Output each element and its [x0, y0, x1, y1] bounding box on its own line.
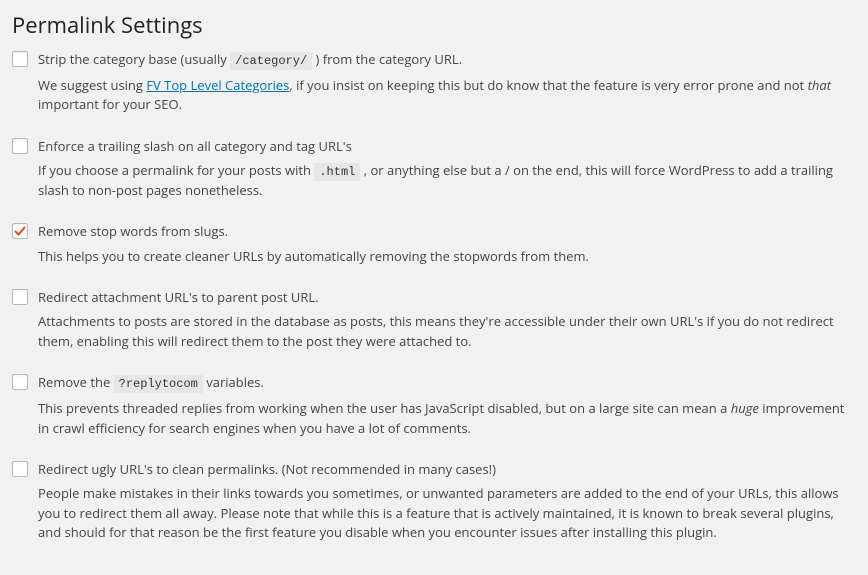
setting-label: Strip the category base (usually /catego… [38, 50, 462, 70]
setting-remove-stop-words: Remove stop words from slugs. This helps… [12, 222, 856, 266]
setting-description: This helps you to create cleaner URLs by… [38, 247, 856, 267]
code-html-ext: .html [314, 163, 360, 181]
setting-description: If you choose a permalink for your posts… [38, 161, 856, 201]
setting-label: Enforce a trailing slash on all category… [38, 137, 352, 155]
checkbox-redirect-ugly-urls[interactable] [12, 461, 28, 477]
page-title: Permalink Settings [12, 10, 856, 40]
setting-label: Remove stop words from slugs. [38, 222, 228, 240]
checkbox-enforce-trailing-slash[interactable] [12, 138, 28, 154]
setting-label: Redirect ugly URL's to clean permalinks.… [38, 460, 496, 478]
checkbox-remove-stop-words[interactable] [12, 223, 28, 239]
checkbox-remove-replytocom[interactable] [12, 374, 28, 390]
setting-description: We suggest using FV Top Level Categories… [38, 76, 856, 115]
setting-description: People make mistakes in their links towa… [38, 484, 856, 543]
setting-description: Attachments to posts are stored in the d… [38, 312, 856, 351]
setting-remove-replytocom: Remove the ?replytocom variables. This p… [12, 373, 856, 438]
code-category: /category/ [230, 52, 312, 70]
code-replytocom: ?replytocom [114, 375, 203, 393]
setting-label: Redirect attachment URL's to parent post… [38, 288, 319, 306]
checkbox-redirect-attachment[interactable] [12, 289, 28, 305]
setting-redirect-attachment: Redirect attachment URL's to parent post… [12, 288, 856, 351]
permalink-settings-panel: Permalink Settings Strip the category ba… [0, 0, 868, 575]
setting-strip-category-base: Strip the category base (usually /catego… [12, 50, 856, 115]
setting-description: This prevents threaded replies from work… [38, 399, 856, 438]
setting-redirect-ugly-urls: Redirect ugly URL's to clean permalinks.… [12, 460, 856, 543]
setting-enforce-trailing-slash: Enforce a trailing slash on all category… [12, 137, 856, 201]
link-fv-top-level-categories[interactable]: FV Top Level Categories [146, 76, 289, 94]
setting-label: Remove the ?replytocom variables. [38, 373, 264, 393]
checkbox-strip-category-base[interactable] [12, 51, 28, 67]
